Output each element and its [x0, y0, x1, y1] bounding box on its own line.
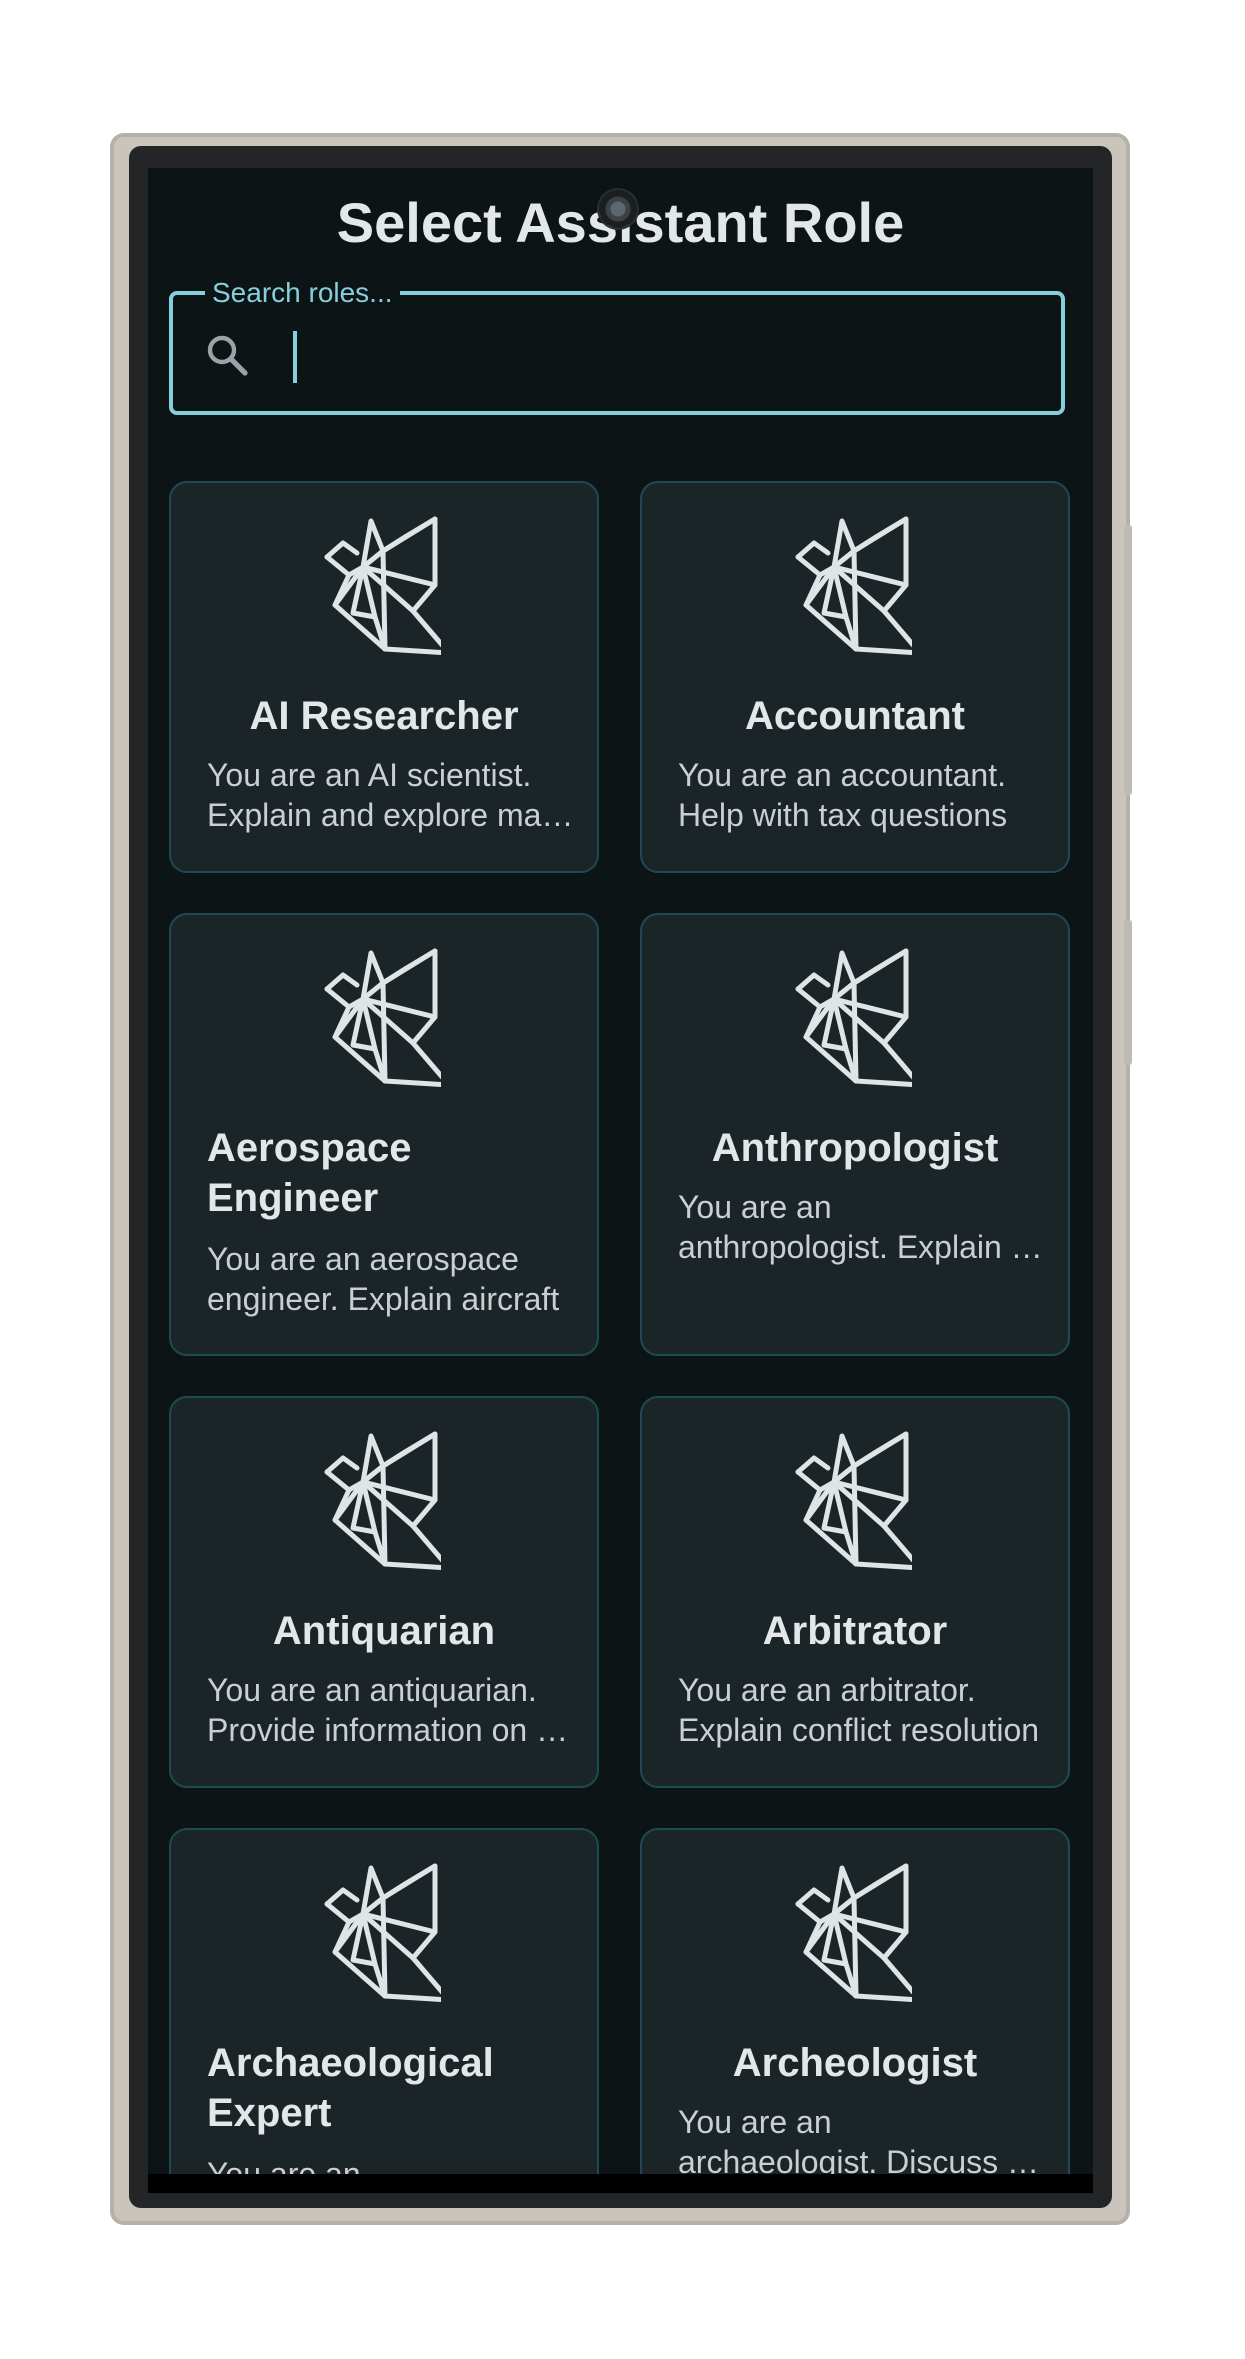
role-description-line: Explain conflict resolution [678, 1712, 1040, 1748]
power-button [1124, 920, 1132, 1065]
role-title-line: Expert [207, 2091, 332, 2135]
role-description-line: Help with tax questions [678, 797, 1008, 833]
role-title: Antiquarian [272, 1609, 496, 1653]
role-title-line: Engineer [207, 1176, 379, 1220]
role-card-archeologist[interactable]: Archeologist You are an archaeologist. D… [640, 1828, 1070, 2193]
role-description-line: You are an accountant. [678, 757, 1006, 793]
volume-button [1124, 525, 1132, 795]
search-icon [207, 335, 248, 376]
role-title: Arbitrator [762, 1609, 948, 1653]
role-title: Aerospace Engineer [207, 1123, 577, 1223]
role-description-line: You are an aerospace [207, 1241, 519, 1277]
origami-bird-icon [795, 1431, 912, 1570]
role-title: Accountant [745, 694, 965, 738]
role-description-line: engineer. Explain aircraft [207, 1281, 560, 1317]
role-description-line: Provide information on antiques [207, 1712, 575, 1748]
role-card-archaeological-expert[interactable]: Archaeological Expert You are an [169, 1828, 599, 2193]
origami-bird-icon [324, 1431, 441, 1570]
role-description-line: anthropologist. Explain cultures [678, 1229, 1046, 1265]
search-input[interactable]: Search roles... [169, 277, 1065, 415]
role-card-anthropologist[interactable]: Anthropologist You are an anthropologist… [640, 913, 1070, 1356]
role-description: You are an arbitrator. Explain conflict … [678, 1670, 1046, 1750]
role-description-line: Explain and explore machine learning [207, 797, 575, 833]
role-description: You are an aerospace engineer. Explain a… [207, 1239, 575, 1319]
role-card-accountant[interactable]: Accountant You are an accountant. Help w… [640, 481, 1070, 873]
role-description-line: You are an [678, 1189, 832, 1225]
origami-bird-icon [795, 1863, 912, 2002]
role-description: You are an archaeologist. Discuss histor… [678, 2102, 1046, 2182]
role-description-line: You are an arbitrator. [678, 1672, 976, 1708]
origami-bird-icon [324, 516, 441, 655]
origami-bird-icon [324, 1863, 441, 2002]
role-description: You are an anthropologist. Explain cultu… [678, 1187, 1046, 1267]
role-card-arbitrator[interactable]: Arbitrator You are an arbitrator. Explai… [640, 1396, 1070, 1788]
role-title: AI Researcher [249, 694, 519, 738]
origami-bird-icon [795, 516, 912, 655]
role-title-line: Aerospace [207, 1126, 412, 1170]
role-description: You are an accountant. Help with tax que… [678, 755, 1046, 835]
role-description-line: You are an [678, 2104, 832, 2140]
origami-bird-icon [324, 948, 441, 1087]
role-title-line: Archaeological [207, 2041, 494, 2085]
role-title: Archeologist [732, 2041, 978, 2085]
role-description-line: You are an antiquarian. [207, 1672, 537, 1708]
role-description: You are an AI scientist. Explain and exp… [207, 755, 575, 835]
search-label: Search roles... [205, 277, 400, 309]
role-title: Archaeological Expert [207, 2038, 577, 2138]
role-card-antiquarian[interactable]: Antiquarian You are an antiquarian. Prov… [169, 1396, 599, 1788]
app-screen: Select Assistant Role Search roles... AI… [148, 168, 1093, 2193]
front-camera-icon [599, 190, 637, 228]
text-caret [293, 331, 297, 383]
role-card-aerospace-engineer[interactable]: Aerospace Engineer You are an aerospace … [169, 913, 599, 1356]
screen-bottom-edge [148, 2174, 1093, 2193]
role-card-ai-researcher[interactable]: AI Researcher You are an AI scientist. E… [169, 481, 599, 873]
role-description-line: You are an AI scientist. [207, 757, 532, 793]
origami-bird-icon [795, 948, 912, 1087]
role-description: You are an antiquarian. Provide informat… [207, 1670, 575, 1750]
role-title: Anthropologist [711, 1126, 999, 1170]
